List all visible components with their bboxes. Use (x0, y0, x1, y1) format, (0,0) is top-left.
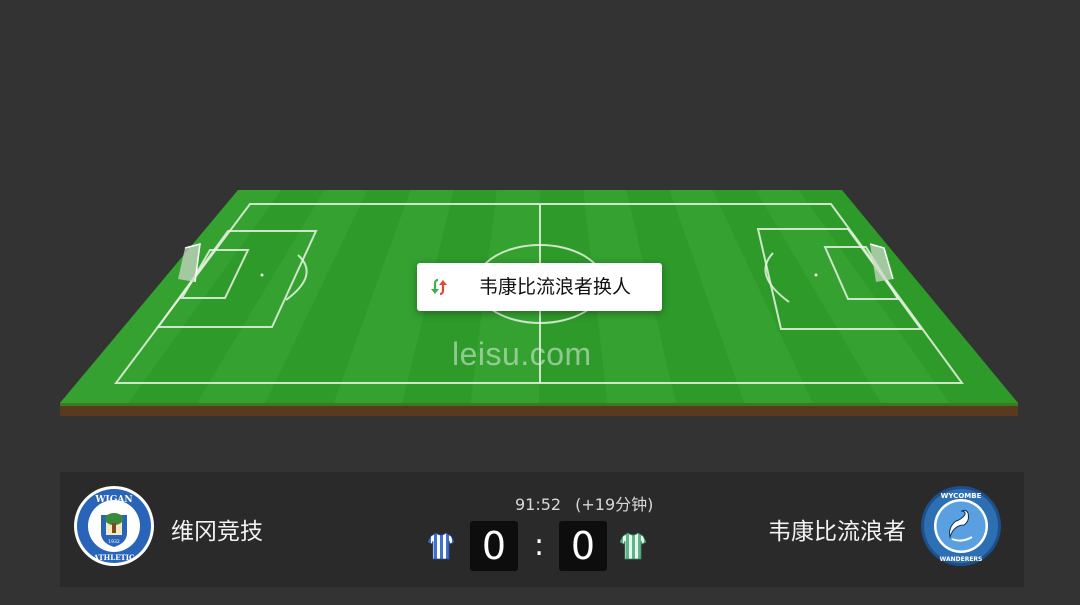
event-text: 韦康比流浪者换人 (479, 276, 632, 298)
svg-text:WIGAN: WIGAN (94, 495, 132, 505)
svg-text:WANDERERS: WANDERERS (940, 556, 983, 563)
added-time: (+19分钟) (575, 495, 654, 514)
home-score: 0 (470, 521, 518, 571)
watermark-text: leisu.com (452, 336, 592, 372)
svg-text:ATHLETIC: ATHLETIC (92, 553, 135, 562)
home-team-name: 维冈竞技 (171, 519, 263, 545)
match-clock: 91:52 (+19分钟) (515, 491, 653, 515)
wycombe-wanderers-crest: WYCOMBE WANDERERS (921, 486, 1001, 566)
pitch-graphic (60, 190, 1018, 416)
event-toast: 韦康比流浪者换人 (417, 263, 662, 311)
wigan-athletic-crest: WIGAN ATHLETIC 1932 (74, 486, 154, 566)
away-score: 0 (559, 521, 607, 571)
away-kit-icon (620, 532, 646, 560)
match-time: 91:52 (515, 495, 562, 514)
score-separator: : (533, 528, 545, 563)
home-kit-icon (428, 532, 454, 560)
scoreboard: WIGAN ATHLETIC 1932 维冈竞技 91:52 (+19分钟) 0 … (60, 472, 1024, 587)
svg-text:1932: 1932 (108, 539, 120, 545)
svg-text:WYCOMBE: WYCOMBE (941, 492, 982, 500)
away-team-name: 韦康比流浪者 (768, 519, 906, 545)
substitution-icon (431, 278, 447, 296)
pitch-view: leisu.com 韦康比流浪者换人 (0, 0, 1080, 470)
